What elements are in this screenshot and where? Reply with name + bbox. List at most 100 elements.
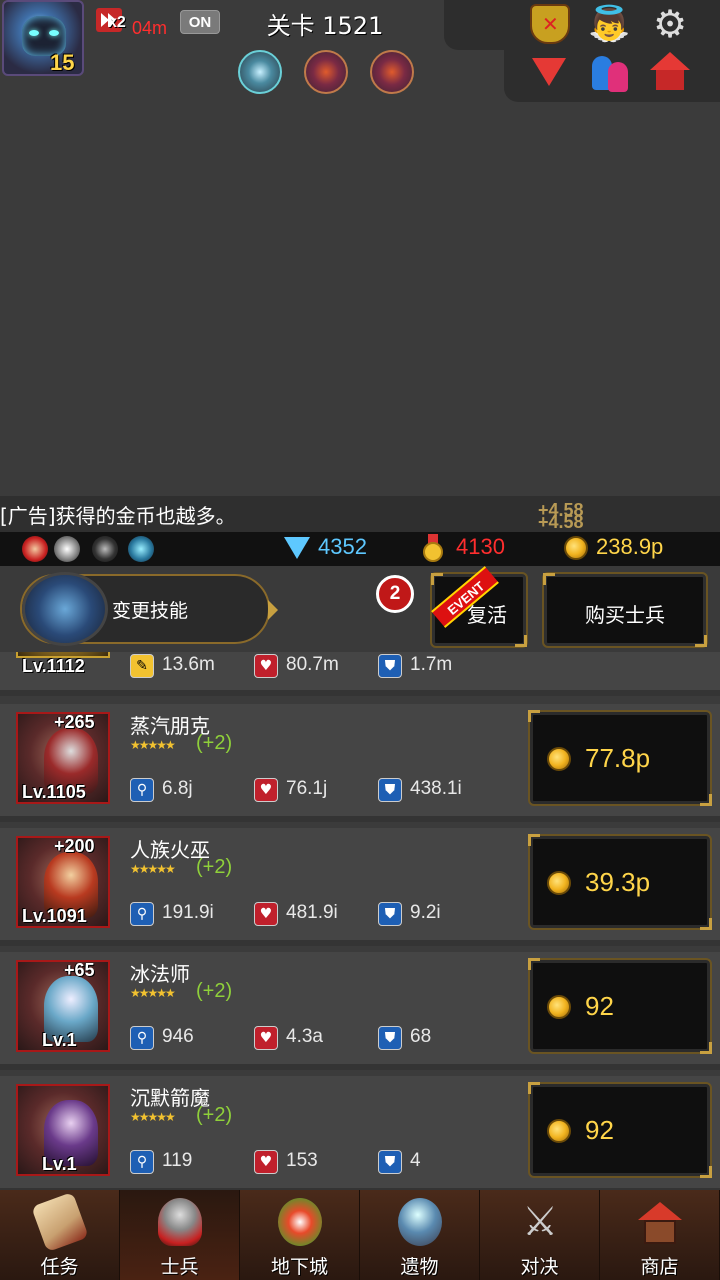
- boss-icon-row: [238, 50, 414, 94]
- heart-icon: ♥: [254, 778, 278, 802]
- tab-relics[interactable]: 遗物: [360, 1190, 480, 1280]
- guild-shield-icon[interactable]: [530, 4, 570, 44]
- storm-boss-icon[interactable]: [238, 50, 282, 94]
- shield-icon: ⛊: [378, 778, 402, 802]
- ally-red-icon[interactable]: [22, 536, 48, 562]
- shield-icon: ⛊: [378, 902, 402, 926]
- tab-shop[interactable]: 商店: [600, 1190, 720, 1280]
- shop-icon: [638, 1198, 682, 1246]
- scroll-icon: [31, 1191, 89, 1253]
- attack-value: 6.8j: [162, 778, 193, 799]
- home-icon[interactable]: [650, 52, 690, 92]
- medal-count: 4130: [456, 534, 505, 559]
- soldier-level: Lv.1: [42, 1030, 77, 1050]
- upgrade-button[interactable]: 77.8p: [528, 710, 712, 806]
- tab-soldiers[interactable]: 士兵: [120, 1190, 240, 1280]
- heart-icon: ♥: [254, 1026, 278, 1050]
- flower-boss-icon[interactable]: [370, 50, 414, 94]
- gold-coin-icon: [564, 536, 588, 560]
- angel-icon[interactable]: 👼: [588, 4, 630, 44]
- hero-eye-icon: [29, 30, 39, 36]
- message-bar: [广告]获得的金币也越多。: [0, 496, 720, 532]
- shield-icon: ⛊: [378, 1150, 402, 1174]
- friends-icon[interactable]: [592, 54, 632, 94]
- hero-level: 15: [50, 50, 75, 75]
- defense-value: 68: [410, 1026, 432, 1047]
- soldier-level: Lv.1112: [22, 656, 85, 676]
- upgrade-button[interactable]: 39.3p: [528, 834, 712, 930]
- upgrade-button[interactable]: 92: [528, 1082, 712, 1178]
- floating-gain-value: +4.58: [538, 512, 584, 532]
- speed-timer: 04m: [132, 18, 168, 38]
- soldier-level: Lv.1105: [22, 782, 86, 802]
- soldier-list[interactable]: Lv.1112 ✎ 13.6m ♥ 80.7m ⛊ 1.7m +265 Lv.1…: [0, 652, 720, 1192]
- medal-icon: [422, 534, 444, 562]
- collapse-triangle-icon[interactable]: [532, 58, 566, 86]
- soldier-name: 冰法师: [130, 962, 190, 986]
- ally-dark-knight-icon[interactable]: [92, 536, 118, 562]
- ad-message: [广告]获得的金币也越多。: [0, 504, 236, 528]
- gear-icon[interactable]: ⚙: [650, 4, 690, 44]
- soldier-level: Lv.1: [42, 1154, 77, 1174]
- heart-icon: ♥: [254, 1150, 278, 1174]
- upgrade-price: 92: [585, 1115, 614, 1145]
- search-icon: ⚲: [130, 1026, 154, 1050]
- star-bonus: (+2): [196, 980, 233, 1002]
- attack-value: 191.9i: [162, 902, 214, 923]
- attack-value: 119: [162, 1150, 193, 1171]
- gold-coin-icon: [547, 995, 571, 1019]
- defense-value: 438.1i: [410, 778, 462, 799]
- gold-coin-icon: [547, 871, 571, 895]
- shield-icon: ⛊: [378, 654, 402, 678]
- monster-plant-icon: [278, 1198, 322, 1246]
- star-bonus: (+2): [196, 1104, 233, 1126]
- hp-value: 4.3a: [286, 1026, 323, 1047]
- hp-value: 153: [286, 1150, 318, 1171]
- list-item[interactable]: Lv.1112 ✎ 13.6m ♥ 80.7m ⛊ 1.7m: [0, 652, 720, 696]
- tab-label: 地下城: [270, 1256, 328, 1278]
- list-item[interactable]: +265 Lv.1105 蒸汽朋克 ★★★★★ (+2) ⚲ 6.8j ♥ 76…: [0, 704, 720, 822]
- defense-value: 4: [410, 1150, 421, 1171]
- tab-label: 商店: [640, 1256, 679, 1278]
- flower-boss-icon[interactable]: [304, 50, 348, 94]
- tab-label: 遗物: [400, 1256, 439, 1278]
- upgrade-price: 92: [585, 991, 614, 1021]
- star-rating: ★★★★★: [130, 738, 176, 752]
- speed-multiplier: x2: [108, 14, 126, 31]
- heart-icon: ♥: [254, 902, 278, 926]
- soldier-level: Lv.1091: [22, 906, 87, 926]
- attack-value: 13.6m: [162, 654, 215, 675]
- tab-quests[interactable]: 任务: [0, 1190, 120, 1280]
- soldier-bonus: +265: [54, 712, 95, 732]
- search-icon: ⚲: [130, 778, 154, 802]
- tab-dungeon[interactable]: 地下城: [240, 1190, 360, 1280]
- tab-label: 对决: [520, 1256, 559, 1278]
- upgrade-button[interactable]: 92: [528, 958, 712, 1054]
- hp-value: 481.9i: [286, 902, 338, 923]
- star-rating: ★★★★★: [130, 1110, 176, 1124]
- attack-value: 946: [162, 1026, 194, 1047]
- buy-soldier-button[interactable]: 购买士兵: [542, 572, 708, 648]
- hp-value: 80.7m: [286, 654, 339, 675]
- auto-toggle[interactable]: ON: [180, 10, 220, 34]
- star-rating: ★★★★★: [130, 862, 176, 876]
- ally-blue-icon[interactable]: [128, 536, 154, 562]
- gold-count: 238.9p: [596, 534, 664, 559]
- hp-value: 76.1j: [286, 778, 328, 799]
- list-item[interactable]: +65 Lv.1 冰法师 ★★★★★ (+2) ⚲ 946 ♥ 4.3a ⛊ 6…: [0, 952, 720, 1070]
- search-icon: ⚲: [130, 902, 154, 926]
- ally-skull-icon[interactable]: [54, 536, 80, 562]
- gold-coin-icon: [547, 1119, 571, 1143]
- list-item[interactable]: +200 Lv.1091 人族火巫 ★★★★★ (+2) ⚲ 191.9i ♥ …: [0, 828, 720, 946]
- tab-duel[interactable]: ⚔ 对决: [480, 1190, 600, 1280]
- list-item[interactable]: Lv.1 沉默箭魔 ★★★★★ (+2) ⚲ 119 ♥ 153 ⛊ 4 92: [0, 1076, 720, 1192]
- search-icon: ⚲: [130, 1150, 154, 1174]
- orb-icon: [398, 1198, 442, 1246]
- change-skill-label: 变更技能: [112, 600, 189, 622]
- defense-value: 9.2i: [410, 902, 441, 923]
- bottom-nav: 任务 士兵 地下城 遗物 ⚔ 对决 商店: [0, 1190, 720, 1280]
- floating-gain: +4.58 +4.58: [538, 501, 584, 532]
- defense-value: 1.7m: [410, 654, 453, 675]
- stage-title: 关卡 1521: [266, 12, 384, 40]
- upgrade-price: 39.3p: [585, 867, 651, 897]
